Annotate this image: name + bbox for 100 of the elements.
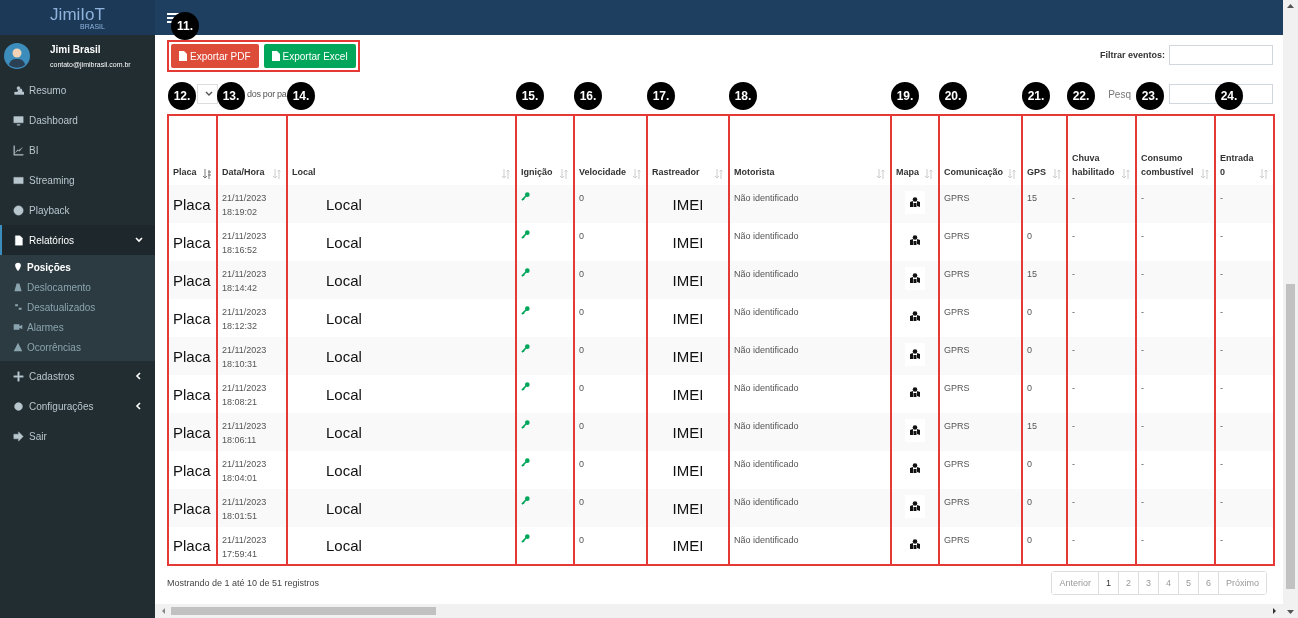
annotation-badge: 17. bbox=[647, 82, 675, 110]
table-cell: 21/11/2023 18:14:42 bbox=[217, 261, 287, 299]
table-cell: - bbox=[1215, 527, 1274, 565]
table-cell: Não identificado bbox=[729, 413, 891, 451]
table-cell: - bbox=[1136, 261, 1215, 299]
table-cell: Não identificado bbox=[729, 261, 891, 299]
table-cell: Placa bbox=[168, 261, 217, 299]
annotation-badge: 12. bbox=[168, 82, 196, 110]
table-cell: GPRS bbox=[939, 527, 1022, 565]
map-button[interactable] bbox=[905, 191, 925, 214]
table-cell: Placa bbox=[168, 413, 217, 451]
submenu-item[interactable]: Deslocamento bbox=[0, 277, 155, 297]
table-cell: - bbox=[1136, 185, 1215, 223]
file-icon bbox=[179, 51, 187, 61]
horizontal-scrollbar[interactable] bbox=[155, 604, 1283, 618]
table-cell: 21/11/2023 18:19:02 bbox=[217, 185, 287, 223]
table-cell: - bbox=[1136, 413, 1215, 451]
table-cell: - bbox=[1067, 337, 1136, 375]
nav-icon bbox=[13, 144, 24, 156]
chevron-down-icon bbox=[135, 236, 143, 244]
table-cell: - bbox=[1067, 527, 1136, 565]
table-cell: GPRS bbox=[939, 489, 1022, 527]
search-label: Pesq bbox=[1108, 88, 1131, 100]
annotation-badge: 14. bbox=[287, 82, 315, 110]
table-cell: 0 bbox=[574, 185, 647, 223]
chevron-left-icon bbox=[135, 372, 143, 380]
table-cell: GPRS bbox=[939, 185, 1022, 223]
nav-icon bbox=[13, 400, 24, 412]
table-cell: Local bbox=[287, 527, 516, 565]
nav-icon bbox=[13, 234, 24, 246]
avatar-icon bbox=[4, 43, 30, 69]
scroll-down-icon[interactable] bbox=[1287, 609, 1294, 615]
nav-icon bbox=[13, 322, 23, 332]
filter-field[interactable] bbox=[1169, 45, 1273, 65]
table-cell: 21/11/2023 18:01:51 bbox=[217, 489, 287, 527]
map-button[interactable] bbox=[905, 419, 925, 442]
map-marker-icon bbox=[910, 425, 920, 435]
user-name: Jimi Brasil bbox=[50, 44, 102, 55]
vertical-scrollbar[interactable] bbox=[1283, 0, 1298, 618]
submenu-item[interactable]: Ocorrências bbox=[0, 337, 155, 357]
table-cell: - bbox=[1215, 489, 1274, 527]
table-cell: Local bbox=[287, 337, 516, 375]
map-marker-icon bbox=[910, 349, 920, 359]
table-cell: Local bbox=[287, 261, 516, 299]
chevron-down-icon bbox=[205, 91, 213, 97]
nav-item[interactable]: Cadastros bbox=[0, 361, 155, 391]
nav-item[interactable]: Dashboard bbox=[0, 105, 155, 135]
map-marker-icon bbox=[910, 539, 920, 549]
scroll-up-icon[interactable] bbox=[1287, 3, 1294, 9]
table-cell: Placa bbox=[168, 527, 217, 565]
export-button[interactable]: Exportar PDF bbox=[171, 44, 259, 68]
nav-item[interactable]: Sair bbox=[0, 421, 155, 451]
table-cell: Não identificado bbox=[729, 489, 891, 527]
nav-icon bbox=[13, 174, 24, 186]
page-length-label: dos por pa bbox=[247, 89, 287, 99]
map-marker-icon bbox=[910, 311, 920, 321]
table-cell: - bbox=[1067, 489, 1136, 527]
table-cell: Não identificado bbox=[729, 527, 891, 565]
map-button[interactable] bbox=[905, 343, 925, 366]
table-cell: Não identificado bbox=[729, 185, 891, 223]
annotation-badge: 22. bbox=[1067, 82, 1095, 110]
filter-label: Filtrar eventos: bbox=[1099, 50, 1165, 60]
annotation-badge: 21. bbox=[1022, 82, 1050, 110]
submenu-item[interactable]: Desatualizados bbox=[0, 297, 155, 317]
map-marker-icon bbox=[910, 463, 920, 473]
table-cell: 0 bbox=[574, 489, 647, 527]
table-cell: IMEI bbox=[647, 185, 729, 223]
table-cell: 0 bbox=[1022, 337, 1067, 375]
nav-icon bbox=[13, 114, 24, 126]
annotation-badge: 15. bbox=[516, 82, 544, 110]
submenu-item[interactable]: Alarmes bbox=[0, 317, 155, 337]
table-cell: IMEI bbox=[647, 489, 729, 527]
nav-item[interactable]: Resumo bbox=[0, 75, 155, 105]
nav-item[interactable]: Relatórios bbox=[0, 225, 155, 255]
scroll-left-icon[interactable] bbox=[161, 608, 167, 614]
submenu-item[interactable]: Posições bbox=[0, 257, 155, 277]
nav-icon bbox=[13, 370, 24, 382]
table-cell: - bbox=[1136, 337, 1215, 375]
table-cell: 0 bbox=[574, 527, 647, 565]
table-cell: - bbox=[1136, 527, 1215, 565]
table-cell: Local bbox=[287, 185, 516, 223]
table-cell: - bbox=[1215, 185, 1274, 223]
map-button[interactable] bbox=[905, 495, 925, 518]
nav-item[interactable]: Playback bbox=[0, 195, 155, 225]
annotation-badge: 23. bbox=[1136, 82, 1164, 110]
nav-item[interactable]: Streaming bbox=[0, 165, 155, 195]
annotation-badge: 19. bbox=[891, 82, 919, 110]
table-cell: IMEI bbox=[647, 413, 729, 451]
map-marker-icon bbox=[910, 197, 920, 207]
table-cell: IMEI bbox=[647, 527, 729, 565]
table-cell: Placa bbox=[168, 185, 217, 223]
table-cell: 0 bbox=[1022, 527, 1067, 565]
nav-item[interactable]: Configurações bbox=[0, 391, 155, 421]
table-cell: 0 bbox=[574, 337, 647, 375]
table-cell: Local bbox=[287, 413, 516, 451]
table-cell: GPRS bbox=[939, 413, 1022, 451]
nav-item[interactable]: BI bbox=[0, 135, 155, 165]
map-button[interactable] bbox=[905, 267, 925, 290]
scroll-right-icon[interactable] bbox=[1271, 608, 1277, 614]
table-cell: Placa bbox=[168, 337, 217, 375]
